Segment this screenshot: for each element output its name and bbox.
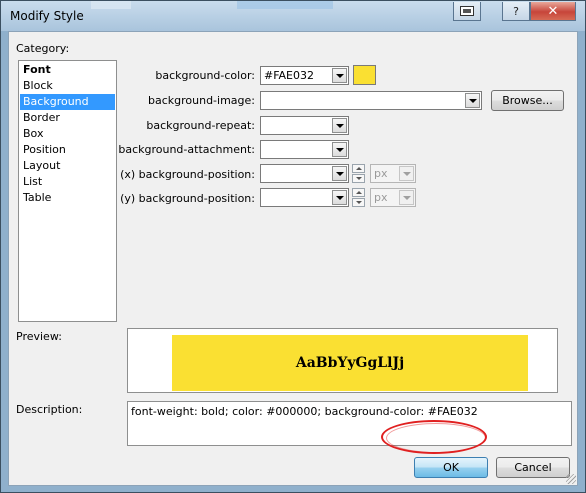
chevron-down-icon[interactable]: [332, 118, 347, 133]
category-item-font[interactable]: Font: [20, 62, 115, 78]
color-swatch-button[interactable]: [353, 65, 376, 85]
bg-color-value: #FAE032: [264, 69, 315, 82]
bg-position-y-select[interactable]: [260, 188, 349, 207]
chevron-down-icon[interactable]: [332, 68, 347, 83]
description-box: font-weight: bold; color: #000000; backg…: [127, 401, 572, 446]
stepper-down-icon[interactable]: [352, 174, 365, 183]
dialog-body: Category: Font Block Background Border B…: [8, 31, 578, 486]
stepper-up-icon[interactable]: [352, 188, 365, 197]
bg-position-x-label: (x) background-position:: [120, 168, 255, 181]
preview-label: Preview:: [16, 330, 62, 343]
category-item-layout[interactable]: Layout: [20, 158, 115, 174]
bg-position-x-stepper[interactable]: [352, 164, 365, 183]
chevron-down-icon[interactable]: [332, 142, 347, 157]
preview-sample-text: AaBbYyGgLlJj: [172, 335, 528, 391]
modify-style-dialog: Modify Style ? ✕ Category: Font Block Ba…: [0, 0, 586, 493]
category-item-background[interactable]: Background: [20, 94, 115, 110]
bg-repeat-select[interactable]: [260, 116, 349, 135]
bg-image-select[interactable]: [260, 91, 482, 110]
bg-color-select[interactable]: #FAE032: [260, 66, 349, 85]
category-item-position[interactable]: Position: [20, 142, 115, 158]
bg-position-x-unit-select[interactable]: px: [370, 164, 416, 183]
stepper-down-icon[interactable]: [352, 198, 365, 207]
window-title: Modify Style: [10, 9, 84, 23]
bg-repeat-label: background-repeat:: [146, 119, 255, 132]
bg-position-x-unit: px: [374, 167, 388, 180]
bg-position-y-unit-select[interactable]: px: [370, 188, 416, 207]
category-item-block[interactable]: Block: [20, 78, 115, 94]
category-item-list[interactable]: List: [20, 174, 115, 190]
category-item-table[interactable]: Table: [20, 190, 115, 206]
category-label: Category:: [16, 42, 70, 55]
background-window-strip: [91, 1, 131, 9]
chevron-down-icon[interactable]: [399, 166, 414, 181]
close-icon[interactable]: ✕: [530, 2, 576, 21]
context-help-icon[interactable]: [453, 2, 481, 21]
bg-attachment-select[interactable]: [260, 140, 349, 159]
category-item-border[interactable]: Border: [20, 110, 115, 126]
chevron-down-icon[interactable]: [332, 190, 347, 205]
bg-attachment-label: background-attachment:: [118, 143, 255, 156]
bg-position-y-unit: px: [374, 191, 388, 204]
chevron-down-icon[interactable]: [399, 190, 414, 205]
bg-color-label: background-color:: [155, 69, 255, 82]
background-window-strip: [237, 1, 333, 9]
chevron-down-icon[interactable]: [332, 166, 347, 181]
bg-position-x-select[interactable]: [260, 164, 349, 183]
bg-image-label: background-image:: [148, 94, 255, 107]
preview-box: AaBbYyGgLlJj: [127, 328, 558, 393]
bg-position-y-stepper[interactable]: [352, 188, 365, 207]
chevron-down-icon[interactable]: [465, 93, 480, 108]
cancel-button[interactable]: Cancel: [496, 457, 570, 478]
resize-grip-icon[interactable]: [566, 474, 576, 484]
help-icon[interactable]: ?: [502, 2, 530, 21]
category-list[interactable]: Font Block Background Border Box Positio…: [18, 60, 117, 322]
description-label: Description:: [16, 403, 83, 416]
category-item-box[interactable]: Box: [20, 126, 115, 142]
ok-button[interactable]: OK: [414, 457, 488, 478]
stepper-up-icon[interactable]: [352, 164, 365, 173]
bg-position-y-label: (y) background-position:: [120, 192, 255, 205]
browse-button[interactable]: Browse...: [491, 90, 564, 111]
title-bar[interactable]: Modify Style ? ✕: [1, 1, 585, 31]
